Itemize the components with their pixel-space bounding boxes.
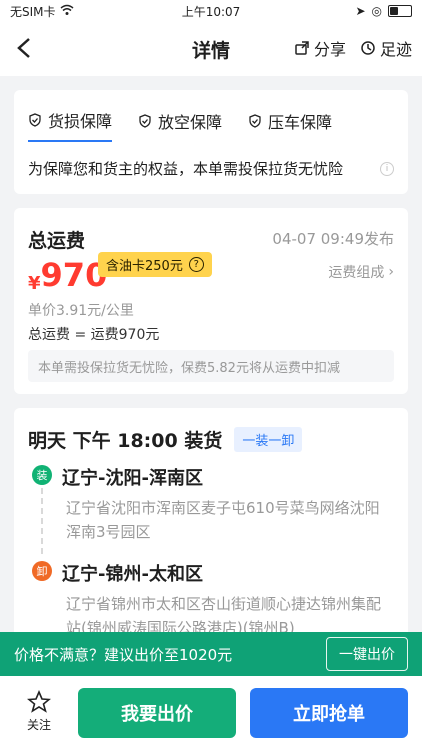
tab-cargo-damage[interactable]: 货损保障 [28, 108, 113, 142]
status-bar: 无SIM卡 上午10:07 ➤ ◎ [0, 0, 422, 22]
formula-prefix: 总运费 = [28, 327, 91, 343]
one-click-bid-button[interactable]: 一键出价 [326, 637, 408, 671]
total-formula: 总运费 = 运费970元 [28, 324, 159, 344]
battery-icon [388, 5, 412, 17]
tab-empty-run[interactable]: 放空保障 [138, 108, 222, 142]
favorite-button[interactable]: 关注 [14, 690, 64, 733]
currency-symbol: ¥ [28, 273, 41, 294]
freight-composition-link[interactable]: 运费组成 › [328, 262, 394, 282]
oil-card-label: 含油卡250元 [106, 259, 183, 274]
load-region: 辽宁-沈阳-浑南区 [62, 468, 203, 489]
load-address: 辽宁省沈阳市浑南区麦子屯610号菜鸟网络沈阳浑南3号园区 [66, 499, 380, 541]
load-dot-icon: 装 [32, 465, 52, 485]
freight-card: 总运费 04-07 09:49发布 ¥ 970 含油卡250元 ? 运费组成 ›… [14, 208, 408, 394]
unload-dot-icon: 卸 [32, 561, 52, 581]
back-arrow-icon [17, 38, 30, 58]
unload-region: 辽宁-锦州-太和区 [62, 564, 203, 585]
freight-title: 总运费 [28, 230, 86, 252]
shield-check-icon [139, 114, 151, 128]
shield-check-icon [249, 114, 261, 128]
unit-price: 单价3.91元/公里 [28, 303, 134, 319]
chevron-right-icon: › [388, 264, 394, 280]
guarantee-tabs: 货损保障 放空保障 压车保障 [14, 90, 408, 142]
history-label: 足迹 [379, 40, 412, 59]
route-card: 明天 下午 18:00 装货 一装一卸 装 辽宁-沈阳-浑南区 辽宁省沈阳市浑南… [14, 408, 408, 648]
share-icon [295, 41, 309, 55]
navigation-bar: 详情 分享 足迹 [0, 22, 422, 76]
price-block: ¥ 970 [28, 256, 107, 294]
shield-check-icon [29, 113, 41, 127]
share-button[interactable]: 分享 [294, 36, 346, 60]
insurance-notice: 本单需投保拉货无忧险，保费5.82元将从运费中扣减 [28, 350, 394, 382]
suggestion-text: 价格不满意？建议出价至1020元 [14, 645, 233, 664]
insurance-card: 货损保障 放空保障 压车保障 为保障您和货主的权益，本单需投保拉货无忧险 i [14, 90, 408, 194]
star-icon [27, 690, 51, 713]
load-time-row: 明天 下午 18:00 装货 一装一卸 [28, 426, 303, 453]
question-icon: ? [188, 257, 204, 272]
route-connector [41, 488, 43, 554]
tab-label: 货损保障 [48, 112, 113, 131]
formula-value: 运费970元 [90, 327, 160, 343]
tab-label: 压车保障 [268, 113, 333, 132]
insurance-info-row[interactable]: 为保障您和货主的权益，本单需投保拉货无忧险 i [14, 142, 408, 195]
composition-label: 运费组成 [328, 265, 385, 281]
insurance-text: 为保障您和货主的权益，本单需投保拉货无忧险 [28, 160, 344, 178]
load-time: 明天 下午 18:00 装货 [28, 430, 223, 452]
history-icon [361, 41, 375, 55]
publish-time: 04-07 09:49发布 [272, 230, 394, 248]
favorite-label: 关注 [26, 718, 51, 732]
price-suggestion-bar: 价格不满意？建议出价至1020元 一键出价 [0, 632, 422, 676]
grab-order-button[interactable]: 立即抢单 [250, 688, 408, 738]
tab-label: 放空保障 [158, 113, 223, 132]
share-label: 分享 [313, 40, 346, 59]
oil-card-badge[interactable]: 含油卡250元 ? [98, 252, 212, 277]
status-time: 上午10:07 [181, 4, 241, 19]
info-icon[interactable]: i [380, 161, 394, 176]
history-button[interactable]: 足迹 [360, 36, 412, 60]
load-type-tag: 一装一卸 [234, 427, 303, 452]
bid-button[interactable]: 我要出价 [78, 688, 236, 738]
tab-truck-delay[interactable]: 压车保障 [248, 108, 332, 142]
back-button[interactable] [10, 34, 38, 62]
